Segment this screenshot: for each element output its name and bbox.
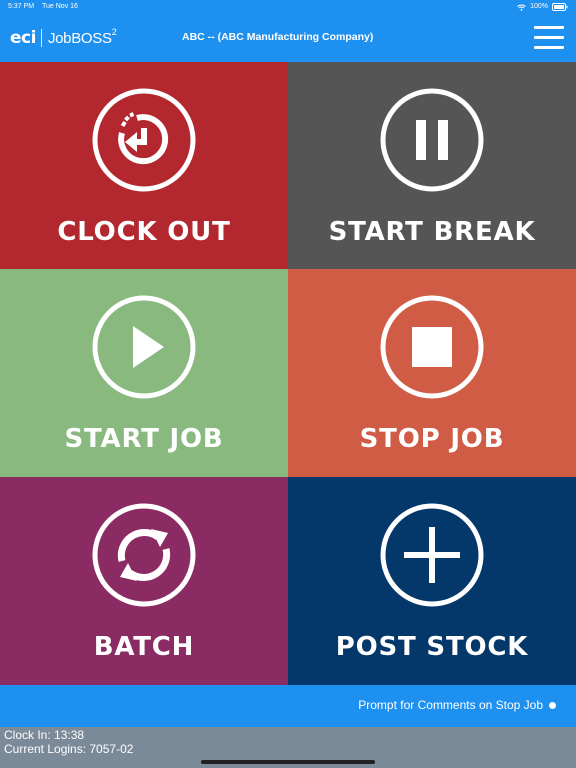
stop-icon: [380, 295, 484, 399]
logo-product: JobBOSS: [47, 29, 112, 47]
current-logins: Current Logins: 7057-02: [4, 742, 134, 756]
refresh-icon: [92, 503, 196, 607]
clock-out-label: CLOCK OUT: [57, 217, 231, 247]
wifi-icon: [517, 4, 526, 11]
menu-bar-top: [534, 26, 564, 29]
clock-out-icon: [92, 88, 196, 192]
battery-icon: [552, 3, 568, 11]
post-stock-label: POST STOCK: [335, 632, 529, 662]
pause-icon: [380, 88, 484, 192]
app-header: 5:37 PM Tue Nov 16 100% eci JobBOSS 2 AB…: [0, 0, 576, 62]
clock-out-button[interactable]: CLOCK OUT: [0, 62, 288, 269]
stop-job-label: STOP JOB: [359, 424, 505, 454]
menu-bar-bottom: [534, 46, 564, 49]
clock-in-time: Clock In: 13:38: [4, 728, 85, 742]
status-bar: 5:37 PM Tue Nov 16 100%: [0, 0, 576, 14]
prompt-comments-label: Prompt for Comments on Stop Job: [358, 698, 543, 712]
jobboss-logo: eci JobBOSS 2: [10, 26, 117, 50]
battery-percentage: 100%: [530, 3, 548, 10]
batch-button[interactable]: BATCH: [0, 477, 288, 685]
start-job-label: START JOB: [64, 424, 224, 454]
batch-label: BATCH: [93, 632, 195, 662]
stop-job-button[interactable]: STOP JOB: [288, 269, 576, 477]
start-break-label: START BREAK: [328, 217, 536, 247]
status-date: Tue Nov 16: [42, 3, 78, 10]
home-indicator[interactable]: [201, 760, 375, 764]
logo-brand: eci: [10, 28, 36, 48]
radio-dot-icon: [549, 701, 556, 709]
app-screen: 5:37 PM Tue Nov 16 100% eci JobBOSS 2 AB…: [0, 0, 576, 768]
options-bar: Prompt for Comments on Stop Job: [0, 685, 576, 727]
hamburger-menu-button[interactable]: [532, 23, 566, 51]
session-info-bar: Clock In: 13:38 Current Logins: 7057-02: [0, 727, 576, 768]
status-indicators: 100%: [517, 0, 568, 14]
play-icon: [92, 295, 196, 399]
menu-bar-middle: [534, 36, 564, 39]
company-name: ABC -- (ABC Manufacturing Company): [182, 31, 374, 43]
logo-superscript: 2: [111, 27, 117, 37]
logo-divider: [40, 29, 42, 47]
post-stock-button[interactable]: POST STOCK: [288, 477, 576, 685]
status-time: 5:37 PM: [8, 3, 35, 10]
start-break-button[interactable]: START BREAK: [288, 62, 576, 269]
action-grid: CLOCK OUT START BREAK START JOB STOP JOB: [0, 62, 576, 685]
plus-icon: [380, 503, 484, 607]
start-job-button[interactable]: START JOB: [0, 269, 288, 477]
prompt-comments-toggle[interactable]: Prompt for Comments on Stop Job: [358, 698, 556, 712]
